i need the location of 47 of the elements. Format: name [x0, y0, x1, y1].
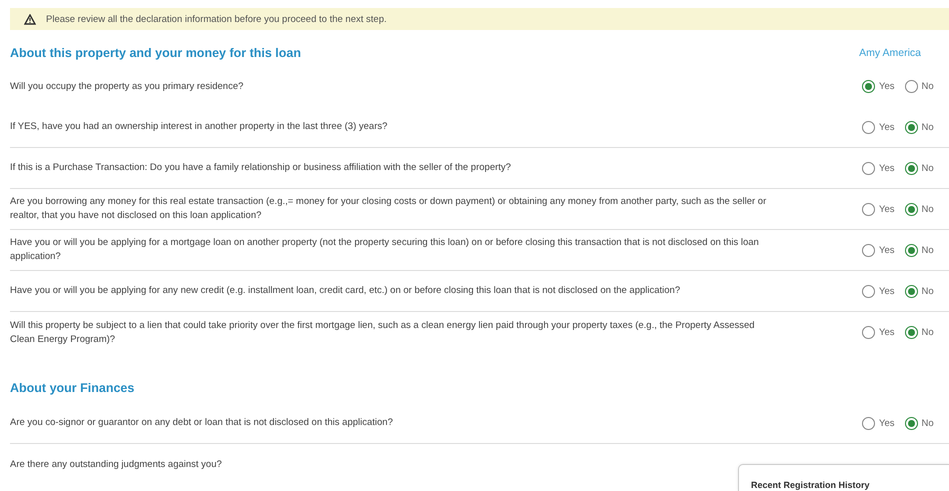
radio-option[interactable]: No [904, 284, 934, 298]
radio-button[interactable] [904, 162, 918, 174]
radio-option[interactable]: No [904, 120, 934, 134]
radio-button[interactable] [862, 416, 875, 430]
radio-option[interactable]: No [904, 244, 934, 256]
question-text: Will you occupy the property as you primary residence? [10, 80, 244, 94]
warning-icon [24, 14, 36, 24]
question-text: If YES, have you had an ownership interest in another property in the last three (3) years? [10, 120, 388, 134]
radio-button[interactable] [862, 120, 875, 134]
radio-button[interactable] [904, 416, 918, 430]
radio-button[interactable] [904, 326, 918, 339]
radio-button[interactable] [904, 202, 918, 216]
radio-option[interactable]: Yes [862, 202, 894, 216]
radio-button[interactable] [904, 284, 918, 298]
panel-title: Recent Registration History [751, 480, 870, 490]
radio-option[interactable]: No [904, 80, 934, 93]
radio-option[interactable]: Yes [862, 284, 894, 298]
radio-option[interactable]: No [904, 202, 934, 216]
radio-option[interactable]: Yes [862, 244, 894, 256]
radio-button[interactable] [904, 120, 918, 134]
notice-text: Please review all the declaration information before you proceed to the next step. [46, 14, 387, 24]
radio-option[interactable]: No [904, 162, 934, 174]
radio-button[interactable] [862, 326, 875, 339]
radio-button[interactable] [904, 80, 918, 93]
radio-option[interactable]: No [904, 326, 934, 339]
radio-button[interactable] [904, 244, 918, 256]
question-text: Will this property be subject to a lien that could take priority over the first mortgage lien, such as a clean energy lien paid through your property taxes (e.g., the Property Assessed Clean Energy Program)? [10, 318, 756, 346]
radio-option[interactable]: Yes [862, 80, 894, 93]
radio-button[interactable] [862, 284, 875, 298]
radio-option[interactable]: Yes [862, 326, 894, 339]
radio-option[interactable]: Yes [862, 120, 894, 134]
question-text: If this is a Purchase Transaction: Do you have a family relationship or business affiliation with the seller of the property? [10, 161, 512, 175]
radio-option[interactable]: No [904, 416, 934, 430]
radio-option[interactable]: Yes [862, 416, 894, 430]
radio-button[interactable] [862, 202, 875, 216]
radio-button[interactable] [862, 244, 875, 256]
question-text: Are there any outstanding judgments against you? [10, 458, 223, 472]
section-heading: About this property and your money for this loan [10, 46, 301, 60]
question-text: Have you or will you be applying for any new credit (e.g. installment loan, credit card, etc.) on or before closing this loan that is not disclosed on the application? [10, 284, 682, 298]
radio-button[interactable] [862, 80, 875, 93]
radio-button[interactable] [862, 162, 875, 174]
radio-option[interactable]: Yes [862, 162, 894, 174]
section-heading: About your Finances [10, 381, 134, 395]
question-text: Are you borrowing any money for this real estate transaction (e.g.,= money for your closing costs or down payment) or obtaining any money from another party, such as the seller or realtor, that you have not disclosed on this loan application? [10, 195, 768, 223]
question-text: Are you co-signor or guarantor on any debt or loan that is not disclosed on this application? [10, 416, 394, 430]
question-text: Have you or will you be applying for a mortgage loan on another property (not the property securing this loan) on or before closing this transaction that is not disclosed on this loan application? [10, 236, 760, 264]
borrower-name: Amy America [859, 46, 921, 60]
